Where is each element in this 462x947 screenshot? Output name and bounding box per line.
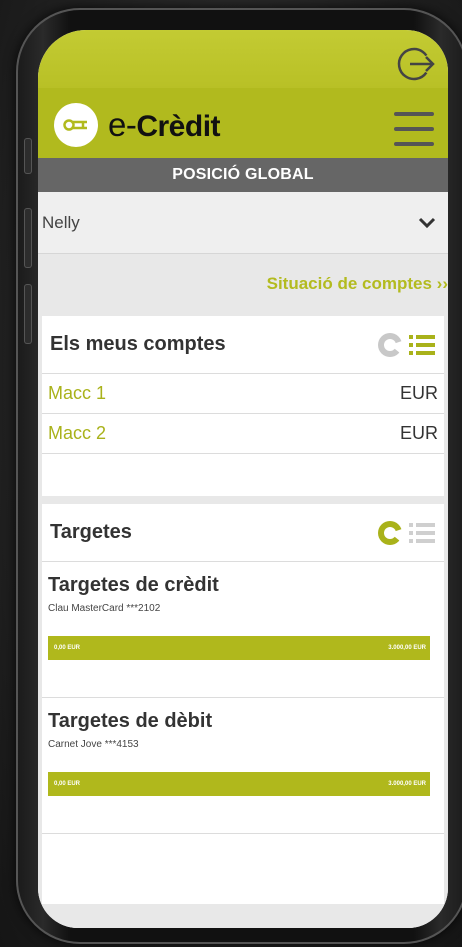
user-select-value: Nelly	[42, 212, 80, 232]
accounts-card-spacer	[42, 454, 444, 496]
cards-view-toggle	[376, 519, 436, 547]
account-row[interactable]: Macc 1 EUR	[42, 374, 444, 414]
cards-card-header: Targetes	[42, 504, 444, 562]
key-icon	[63, 119, 87, 131]
cards-card-spacer	[42, 834, 444, 904]
hamburger-menu-icon[interactable]	[394, 112, 434, 146]
list-icon[interactable]	[408, 521, 436, 545]
cards-card: Targetes Targetes de crèdit Clau MasterC…	[42, 504, 444, 904]
debit-bar-min: 0,00 EUR	[54, 781, 81, 787]
credit-cards-section[interactable]: Targetes de crèdit Clau MasterCard ***21…	[42, 562, 444, 698]
hamburger-line	[394, 142, 434, 146]
pie-chart-icon[interactable]	[376, 519, 404, 547]
accounts-title: Els meus comptes	[50, 333, 226, 355]
debit-limit-bar: 0,00 EUR 3.000,00 EUR	[48, 772, 430, 796]
account-currency: EUR	[399, 383, 438, 403]
chevron-down-icon[interactable]	[418, 217, 436, 229]
credit-limit-bar: 0,00 EUR 3.000,00 EUR	[48, 636, 430, 660]
phone-volume-up-button	[24, 208, 32, 268]
logo-prefix: e-	[108, 106, 137, 143]
accounts-card-header: Els meus comptes	[42, 316, 444, 374]
debit-cards-section[interactable]: Targetes de dèbit Carnet Jove ***4153 0,…	[42, 698, 444, 834]
pie-chart-icon[interactable]	[376, 331, 404, 359]
list-icon[interactable]	[408, 333, 436, 357]
hamburger-line	[394, 127, 434, 131]
account-name: Macc 2	[48, 423, 107, 443]
account-currency: EUR	[399, 423, 438, 443]
account-row[interactable]: Macc 2 EUR	[42, 414, 444, 454]
user-select[interactable]: Nelly	[38, 192, 448, 254]
accounts-card: Els meus comptes Macc 1 EUR Macc 2 EUR	[42, 316, 444, 496]
situacio-link[interactable]: Situació de comptes ››	[267, 274, 448, 294]
debit-cards-title: Targetes de dèbit	[48, 710, 213, 732]
credit-cards-title: Targetes de crèdit	[48, 574, 219, 596]
phone-side-button	[24, 138, 32, 174]
accounts-view-toggle	[376, 331, 436, 359]
page-title: POSICIÓ GLOBAL	[38, 158, 448, 192]
app-screen: e-Crèdit POSICIÓ GLOBAL Nelly Situació d…	[38, 30, 448, 928]
debit-card-name: Carnet Jove ***4153	[48, 739, 139, 750]
phone-volume-down-button	[24, 284, 32, 344]
app-header: e-Crèdit	[38, 30, 448, 158]
logo-wordmark: e-Crèdit	[108, 106, 221, 143]
hamburger-line	[394, 112, 434, 116]
logo-name: Crèdit	[136, 110, 221, 143]
app-logo: e-Crèdit	[54, 103, 221, 147]
account-name: Macc 1	[48, 383, 107, 403]
credit-bar-max: 3.000,00 EUR	[388, 645, 426, 651]
credit-bar-min: 0,00 EUR	[54, 645, 81, 651]
cards-title: Targetes	[50, 521, 132, 543]
debit-bar-max: 3.000,00 EUR	[388, 781, 426, 787]
credit-card-name: Clau MasterCard ***2102	[48, 603, 161, 614]
logo-badge	[54, 103, 98, 147]
logout-icon[interactable]	[396, 44, 436, 84]
